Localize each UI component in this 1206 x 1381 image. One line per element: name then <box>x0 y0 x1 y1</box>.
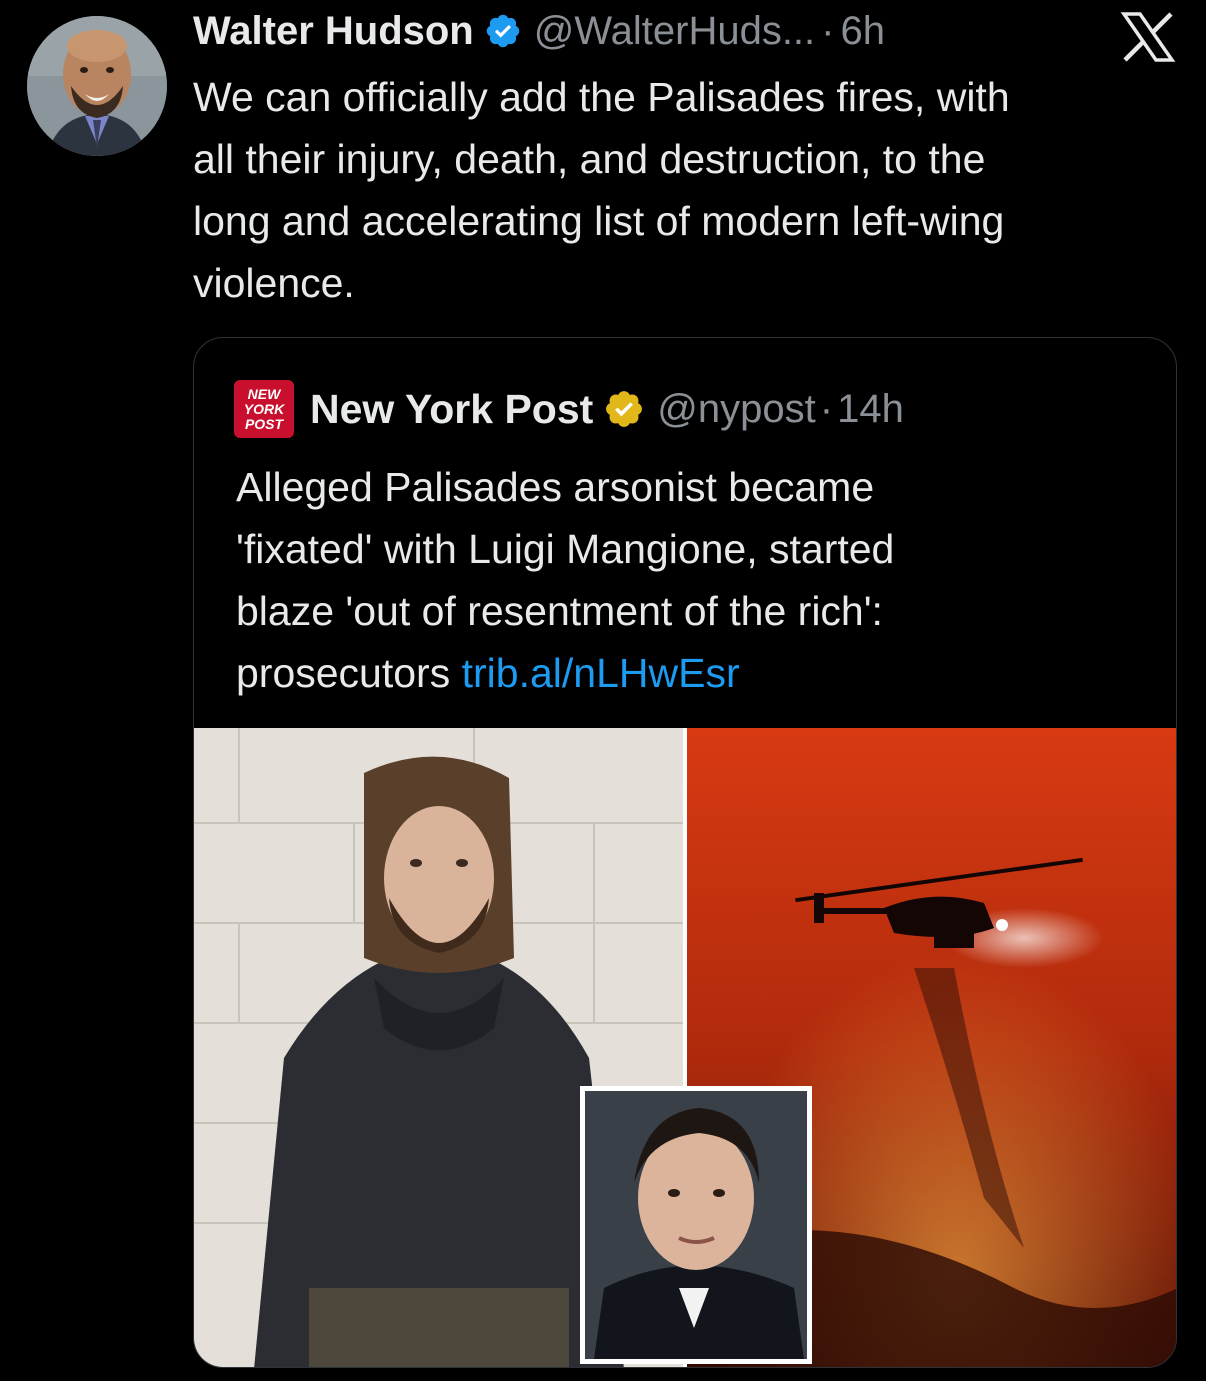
separator-dot: · <box>821 8 835 53</box>
tweet-line: all their injury, death, and destruction… <box>193 136 986 182</box>
quoted-line: 'fixated' with Luigi Mangione, started <box>236 526 895 572</box>
inset-photo <box>580 1086 812 1364</box>
quoted-media-image[interactable] <box>194 728 1177 1368</box>
verified-badge-icon <box>486 14 519 48</box>
tweet-line: violence. <box>193 260 355 306</box>
gold-verified-badge-icon <box>606 391 643 427</box>
quoted-timestamp[interactable]: 14h <box>837 387 904 432</box>
tweet-line: We can officially add the Palisades fire… <box>193 74 1010 120</box>
separator-dot: · <box>819 386 834 431</box>
article-link[interactable]: trib.al/nLHwEsr <box>462 650 740 696</box>
quoted-last-line: prosecutors trib.al/nLHwEsr <box>236 642 1156 704</box>
svg-text:POST: POST <box>245 416 285 432</box>
tweet-body: We can officially add the Palisades fire… <box>193 66 1183 314</box>
quoted-tweet-body: Alleged Palisades arsonist became 'fixat… <box>236 456 1156 704</box>
tweet-timestamp[interactable]: 6h <box>840 9 885 54</box>
author-avatar[interactable] <box>27 16 167 156</box>
quoted-tweet-header: NEW YORK POST New York Post @nypost · 14… <box>234 380 904 438</box>
author-handle[interactable]: @WalterHuds... <box>534 9 815 54</box>
quoted-line: prosecutors <box>236 650 451 696</box>
nypost-logo-mark: NEW YORK POST <box>244 386 285 432</box>
svg-text:YORK: YORK <box>244 401 285 417</box>
x-logo-icon[interactable] <box>1120 12 1176 62</box>
author-name[interactable]: Walter Hudson <box>193 9 474 54</box>
quoted-author-name[interactable]: New York Post <box>310 386 593 433</box>
tweet-header: Walter Hudson @WalterHuds... · 6h <box>193 4 1193 58</box>
nypost-logo[interactable]: NEW YORK POST <box>234 380 294 438</box>
quoted-tweet-card[interactable]: NEW YORK POST New York Post @nypost · 14… <box>193 337 1177 1368</box>
quoted-line: blaze 'out of resentment of the rich': <box>236 588 883 634</box>
svg-text:NEW: NEW <box>248 386 282 402</box>
quoted-line: Alleged Palisades arsonist became <box>236 464 875 510</box>
avatar-photo <box>27 16 167 156</box>
tweet-line: long and accelerating list of modern lef… <box>193 198 1005 244</box>
quoted-author-handle[interactable]: @nypost <box>657 387 815 432</box>
